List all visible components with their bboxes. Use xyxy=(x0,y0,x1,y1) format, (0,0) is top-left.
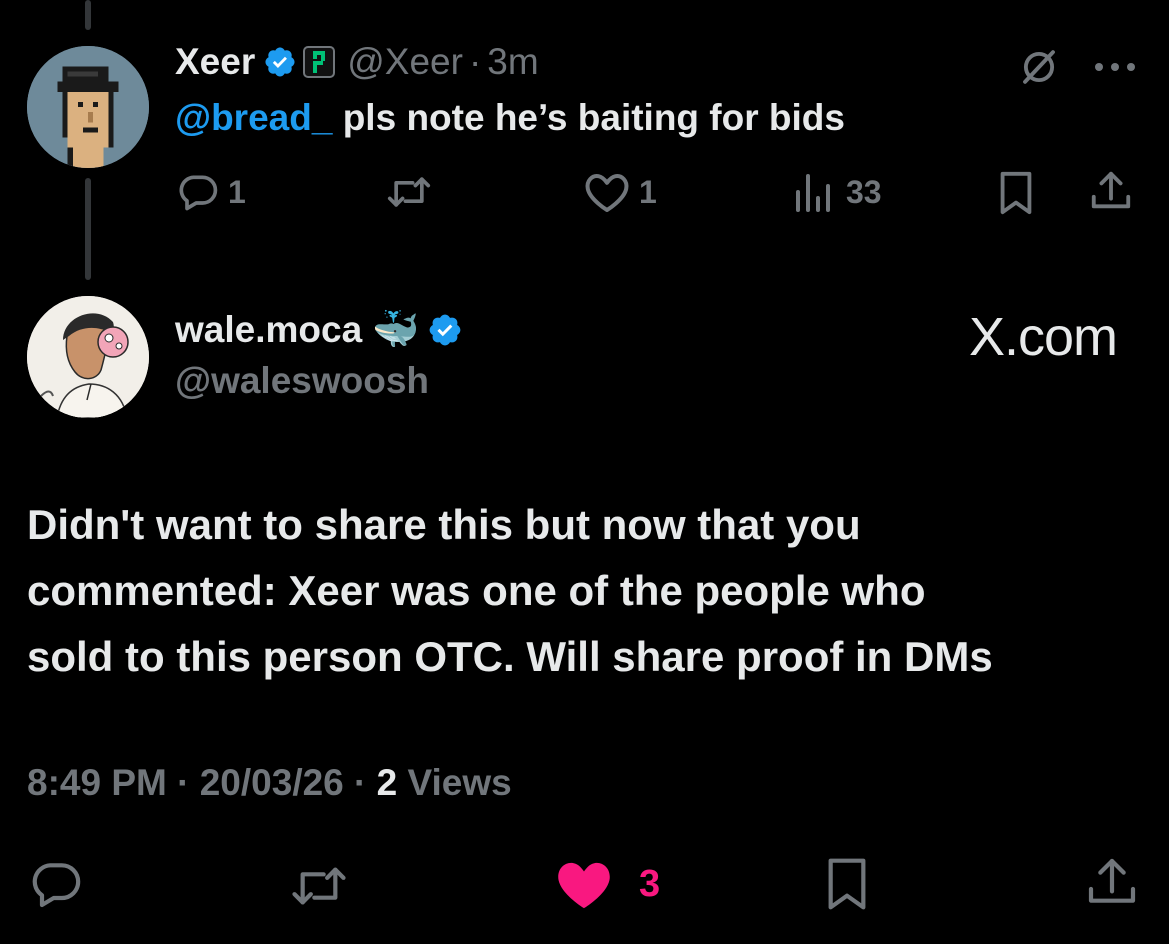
tweet-line-1: Didn't want to share this but now that y… xyxy=(27,501,861,548)
views-chart-icon xyxy=(796,174,830,212)
slash-circle-icon[interactable] xyxy=(1018,46,1060,93)
reply-bubble-icon[interactable] xyxy=(27,856,85,917)
main-tweet-text: Didn't want to share this but now that y… xyxy=(27,492,993,690)
tweet-line-2: commented: Xeer was one of the people wh… xyxy=(27,567,926,614)
verified-badge-icon xyxy=(263,45,297,79)
reply-body: pls note he’s baiting for bids xyxy=(342,97,845,138)
tweet-meta: 8:49 PM · 20/03/26 · 2 Views xyxy=(27,762,512,804)
main-handle[interactable]: @waleswoosh xyxy=(175,360,429,402)
views-button[interactable]: 33 xyxy=(792,170,882,214)
bookmark-icon[interactable] xyxy=(996,170,1036,221)
main-display-name[interactable]: wale.moca xyxy=(175,309,362,351)
tweet-date[interactable]: 20/03/26 xyxy=(200,762,344,803)
heart-icon xyxy=(585,174,629,212)
tweet-time[interactable]: 8:49 PM xyxy=(27,762,167,803)
reply-display-name[interactable]: Xeer xyxy=(175,41,255,83)
retweet-icon[interactable] xyxy=(286,858,352,919)
meta-separator-1: · xyxy=(177,762,190,803)
more-dots-icon[interactable] xyxy=(1093,60,1137,78)
whale-emoji: 🐳 xyxy=(372,309,420,351)
like-button-liked[interactable]: 3 xyxy=(553,856,660,912)
illustrated-avatar-image xyxy=(27,296,149,418)
thread-line-top xyxy=(85,0,91,30)
x-com-watermark: X.com xyxy=(968,307,1118,367)
main-header: wale.moca 🐳 xyxy=(175,308,463,352)
share-icon[interactable] xyxy=(1088,168,1134,219)
reply-header: Xeer @Xeer · 3m xyxy=(175,40,539,84)
main-avatar[interactable] xyxy=(27,296,149,418)
bookmark-icon[interactable] xyxy=(822,856,872,917)
views-label: Views xyxy=(407,762,512,803)
views-count: 2 xyxy=(376,762,398,803)
reply-separator: · xyxy=(468,41,482,82)
share-icon[interactable] xyxy=(1084,854,1140,915)
mention-link[interactable]: @bread_ xyxy=(175,97,332,138)
green-p-badge-icon xyxy=(303,46,336,78)
retweet-button[interactable] xyxy=(384,170,434,214)
views-count: 33 xyxy=(846,173,882,210)
like-button[interactable]: 1 xyxy=(583,170,657,214)
meta-separator-2: · xyxy=(354,762,367,803)
reply-handle[interactable]: @Xeer xyxy=(347,41,463,83)
reply-count: 1 xyxy=(228,173,246,210)
like-count: 1 xyxy=(639,173,657,210)
thread-line-bottom xyxy=(85,178,91,280)
reply-avatar[interactable] xyxy=(27,46,149,168)
verified-badge-icon xyxy=(427,312,463,348)
punk-avatar-image xyxy=(27,46,149,168)
tweet-line-3: sold to this person OTC. Will share proo… xyxy=(27,633,993,680)
reply-time[interactable]: 3m xyxy=(487,41,538,83)
reply-text: @bread_ pls note he’s baiting for bids xyxy=(175,97,845,139)
retweet-icon xyxy=(387,177,431,207)
heart-icon xyxy=(558,862,610,909)
like-count: 3 xyxy=(639,862,661,905)
reply-bubble-icon xyxy=(179,175,218,211)
reply-button[interactable]: 1 xyxy=(176,170,246,214)
